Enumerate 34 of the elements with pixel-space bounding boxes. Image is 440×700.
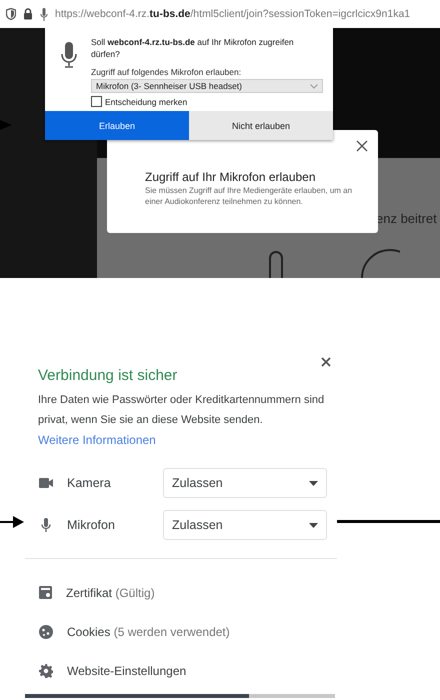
dialog-text: Sie müssen Zugriff auf Ihre Mediengeräte erlauben, um an einer Audiokonferenz teilnehmen zu können.: [145, 186, 354, 207]
remember-checkbox[interactable]: Entscheidung merken: [91, 96, 188, 107]
device-dropdown[interactable]: Mikrofon (3- Sennheiser USB headset): [91, 79, 323, 93]
cookie-icon: [39, 624, 53, 638]
permission-dropdown[interactable]: Zulassen: [163, 510, 327, 540]
permission-label: Kamera: [67, 476, 112, 490]
arrow-pointer-icon: [0, 516, 24, 528]
lock-icon[interactable]: [23, 8, 33, 20]
permission-label: Mikrofon: [67, 518, 116, 532]
certificate-icon: [39, 586, 52, 599]
permission-dropdown[interactable]: Zulassen: [163, 468, 327, 498]
close-icon[interactable]: [356, 140, 368, 152]
caret-icon: [309, 480, 318, 486]
security-description: Ihre Daten wie Passwörter oder Kreditkartennummern sind privat, wenn Sie sie an diese Website senden.: [37, 393, 326, 428]
url-text: https://webconf-4.rz.tu-bs.de/html5client/join?sessionToken=igcrlcicx9n1ka1: [55, 8, 410, 20]
chevron-icon: [310, 84, 318, 88]
microphone-icon[interactable]: [40, 8, 48, 20]
permission-question: Soll webconf-4.rz.tu-bs.de auf Ihr Mikrofon zugreifen dürfen?: [91, 36, 295, 60]
device-label: Zugriff auf folgendes Mikrofon erlauben:: [91, 67, 242, 77]
close-icon[interactable]: [321, 357, 331, 367]
settings-icon: [39, 664, 53, 678]
connection-title: Verbindung ist sicher: [38, 367, 178, 384]
caret-icon: [309, 522, 318, 528]
camera-icon: [39, 478, 53, 488]
dialog-title: Zugriff auf Ihr Mikrofon erlauben: [145, 170, 317, 184]
shield-icon[interactable]: [6, 8, 16, 20]
microphone-icon: [61, 42, 77, 68]
allow-button[interactable]: Erlauben: [45, 111, 189, 140]
site-info-item[interactable]: Website-Einstellungen: [67, 664, 186, 678]
microphone-icon: [39, 518, 53, 532]
site-info-item[interactable]: Cookies (5 werden verwendet): [67, 624, 230, 638]
site-info-item[interactable]: Zertifikat (Gültig): [66, 586, 155, 600]
more-info-link[interactable]: Weitere Informationen: [25, 430, 169, 450]
deny-button[interactable]: Nicht erlauben: [189, 111, 333, 140]
